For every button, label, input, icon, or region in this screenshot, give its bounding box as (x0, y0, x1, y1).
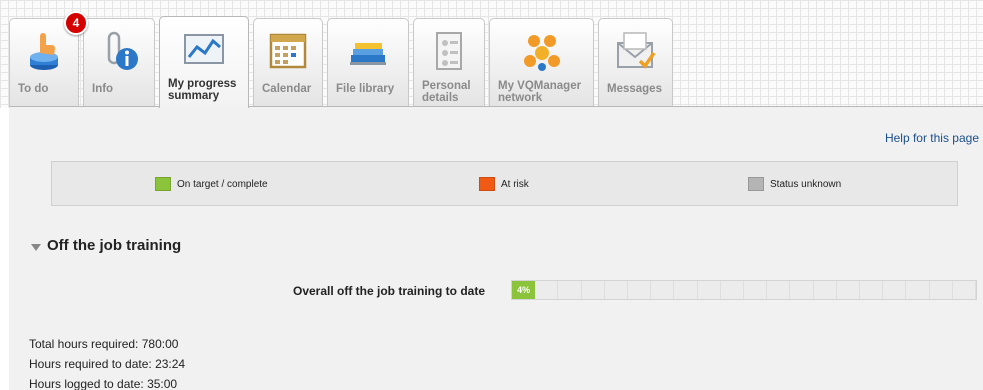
legend-label: Status unknown (770, 178, 842, 190)
progress-cell (883, 281, 907, 299)
progress-cell (814, 281, 837, 299)
progress-value: 4% (517, 285, 531, 295)
progress-cell (721, 281, 745, 299)
progress-cell (953, 281, 977, 299)
tab-messages[interactable]: Messages (598, 18, 673, 106)
network-people-icon (523, 35, 560, 71)
tab-my-progress-summary[interactable]: My progress summary (159, 16, 249, 108)
progress-cell (558, 281, 582, 299)
progress-cell (605, 281, 629, 299)
todo-hand-icon (30, 33, 58, 70)
main-content: Help for this page On target / complete … (9, 106, 983, 390)
stat-logged-to-date: Hours logged to date: 35:00 (29, 377, 178, 390)
tab-file-library[interactable]: File library (327, 18, 409, 106)
collapse-triangle-icon[interactable] (31, 243, 41, 251)
status-legend: On target / complete At risk Status unkn… (51, 161, 958, 206)
legend-swatch-green (155, 177, 171, 191)
progress-chart-icon (184, 34, 224, 64)
tab-label: My VQManager network (498, 80, 582, 104)
calendar-icon (269, 33, 307, 69)
tab-bar: To do 4 Info My progress summary Calenda… (0, 0, 983, 108)
progress-cell (698, 281, 721, 299)
progress-cell (582, 281, 605, 299)
tab-label: My progress summary (168, 78, 237, 102)
progress-cell (837, 281, 861, 299)
stat-required-to-date: Hours required to date: 23:24 (29, 357, 186, 371)
legend-swatch-grey (748, 177, 764, 191)
progress-cell (674, 281, 698, 299)
progress-label: Overall off the job training to date (293, 284, 486, 298)
tab-label: To do (18, 83, 49, 95)
progress-cell (930, 281, 953, 299)
tab-personal-details[interactable]: Personal details (413, 18, 485, 106)
personal-details-icon (436, 32, 462, 70)
progress-cell (790, 281, 814, 299)
progress-cell (535, 281, 559, 299)
notification-badge: 4 (64, 11, 88, 35)
tab-label: Messages (607, 83, 662, 95)
progress-cell (651, 281, 675, 299)
help-link[interactable]: Help for this page (885, 131, 979, 145)
progress-bar: 4% (511, 280, 977, 300)
progress-cell (744, 281, 768, 299)
legend-on-target: On target / complete (155, 177, 268, 191)
training-stats: Total hours required: 780:00 Hours requi… (29, 334, 185, 390)
legend-swatch-orange (479, 177, 495, 191)
section-title: Off the job training (47, 237, 182, 254)
info-icon (107, 31, 138, 70)
progress-fill: 4% (512, 281, 536, 299)
tab-label: Calendar (262, 83, 312, 95)
tab-label: Personal details (422, 80, 471, 104)
progress-cell (767, 281, 791, 299)
tab-info[interactable]: Info (83, 18, 155, 106)
file-library-icon (350, 43, 386, 65)
tab-my-vqmanager-network[interactable]: My VQManager network (489, 18, 594, 106)
legend-label: At risk (501, 178, 529, 190)
legend-at-risk: At risk (479, 177, 529, 191)
legend-status-unknown: Status unknown (748, 177, 841, 191)
progress-cell (628, 281, 652, 299)
messages-envelope-icon (616, 32, 655, 69)
progress-cell (860, 281, 884, 299)
tab-label: File library (336, 83, 395, 95)
progress-cell (906, 281, 930, 299)
tab-label: Info (92, 83, 114, 95)
tab-calendar[interactable]: Calendar (253, 18, 323, 106)
stat-total-hours: Total hours required: 780:00 (29, 337, 179, 351)
section-header[interactable]: Off the job training (31, 237, 181, 254)
legend-label: On target / complete (177, 178, 268, 190)
